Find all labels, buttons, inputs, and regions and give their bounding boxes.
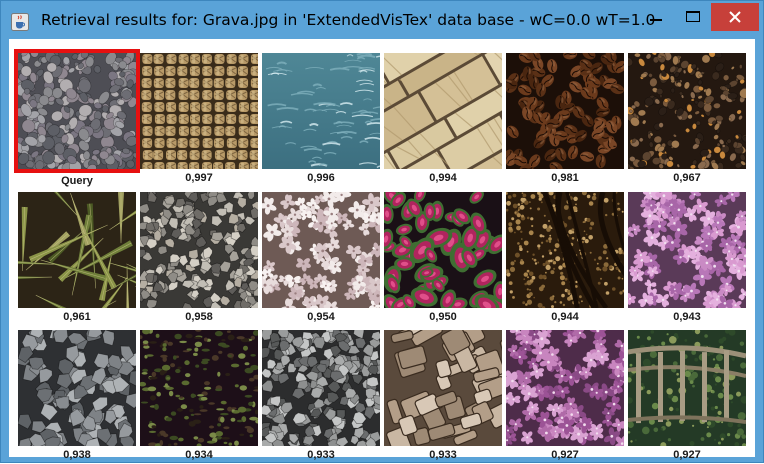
similarity-score: 0,961	[18, 311, 136, 323]
gray-stones-texture	[18, 330, 136, 446]
similarity-score: 0,967	[628, 172, 746, 184]
wooden-fence-texture	[628, 330, 746, 446]
minimize-button[interactable]	[641, 1, 671, 31]
query-result-cell[interactable]: Query	[18, 53, 140, 187]
result-cell[interactable]: 0,934	[140, 330, 262, 464]
result-image[interactable]	[384, 192, 502, 308]
result-image[interactable]	[18, 192, 136, 308]
stone-tiles-texture	[384, 53, 502, 169]
result-image[interactable]	[262, 53, 380, 169]
similarity-score: 0,927	[628, 449, 746, 461]
similarity-score: 0,933	[384, 449, 502, 461]
soil-pebbles-texture	[628, 53, 746, 169]
result-cell[interactable]: 0,938	[18, 330, 140, 464]
title-bar[interactable]: Retrieval results for: Grava.jpg in 'Ext…	[1, 1, 763, 39]
maximize-icon	[686, 11, 700, 22]
result-cell[interactable]: 0,961	[18, 192, 140, 326]
maximize-button[interactable]	[677, 1, 709, 31]
water-texture	[262, 53, 380, 169]
similarity-score: 0,954	[262, 311, 380, 323]
result-cell[interactable]: 0,996	[262, 53, 384, 187]
similarity-score: 0,934	[140, 449, 258, 461]
query-highlight-frame	[14, 49, 140, 173]
result-image[interactable]	[506, 192, 624, 308]
result-cell[interactable]: 0,927	[628, 330, 750, 464]
result-image[interactable]	[140, 53, 258, 169]
similarity-score: 0,927	[506, 449, 624, 461]
result-cell[interactable]: 0,967	[628, 53, 750, 187]
result-image[interactable]	[506, 53, 624, 169]
result-image[interactable]	[384, 53, 502, 169]
bark-brown-texture	[506, 192, 624, 308]
similarity-score: 0,997	[140, 172, 258, 184]
result-image[interactable]	[18, 330, 136, 446]
result-image[interactable]	[140, 192, 258, 308]
coffee-beans-texture	[506, 53, 624, 169]
similarity-score: 0,943	[628, 311, 746, 323]
result-image[interactable]	[262, 330, 380, 446]
pink-flowers-texture	[628, 192, 746, 308]
dark-foliage-texture	[140, 330, 258, 446]
result-image[interactable]	[628, 53, 746, 169]
result-cell[interactable]: 0,997	[140, 53, 262, 187]
result-cell[interactable]: 0,933	[262, 330, 384, 464]
similarity-score: 0,933	[262, 449, 380, 461]
similarity-score: 0,994	[384, 172, 502, 184]
similarity-score: 0,950	[384, 311, 502, 323]
result-image[interactable]	[628, 192, 746, 308]
results-grid: Query 0,997 0,996 0,994 0,981 0,967 0,961 0,958…	[9, 39, 755, 457]
similarity-score: 0,981	[506, 172, 624, 184]
result-cell[interactable]: 0,950	[384, 192, 506, 326]
window-title: Retrieval results for: Grava.jpg in 'Ext…	[41, 11, 655, 29]
retrieval-results-window: Retrieval results for: Grava.jpg in 'Ext…	[0, 0, 764, 463]
result-cell[interactable]: 0,981	[506, 53, 628, 187]
result-cell[interactable]: 0,933	[384, 330, 506, 464]
result-image[interactable]	[628, 330, 746, 446]
woven-rope-texture	[140, 53, 258, 169]
tree-bark-texture	[384, 330, 502, 446]
gravel-light-texture	[140, 192, 258, 308]
result-cell[interactable]: 0,994	[384, 53, 506, 187]
result-cell[interactable]: 0,954	[262, 192, 384, 326]
similarity-score: 0,996	[262, 172, 380, 184]
agave-leaves-texture	[18, 192, 136, 308]
result-cell[interactable]: 0,944	[506, 192, 628, 326]
result-image[interactable]	[506, 330, 624, 446]
similarity-score: 0,958	[140, 311, 258, 323]
close-icon	[729, 11, 741, 23]
query-label: Query	[18, 175, 136, 187]
crushed-stone-texture	[262, 330, 380, 446]
close-button[interactable]	[711, 3, 759, 31]
result-cell[interactable]: 0,943	[628, 192, 750, 326]
result-cell[interactable]: 0,927	[506, 330, 628, 464]
result-image[interactable]	[262, 192, 380, 308]
minimize-icon	[650, 19, 662, 21]
purple-flowers-texture	[506, 330, 624, 446]
java-cup-icon	[11, 13, 29, 31]
result-image[interactable]	[384, 330, 502, 446]
similarity-score: 0,944	[506, 311, 624, 323]
white-flowers-texture	[262, 192, 380, 308]
similarity-score: 0,938	[18, 449, 136, 461]
result-image[interactable]	[140, 330, 258, 446]
result-cell[interactable]: 0,958	[140, 192, 262, 326]
coleus-leaves-texture	[384, 192, 502, 308]
